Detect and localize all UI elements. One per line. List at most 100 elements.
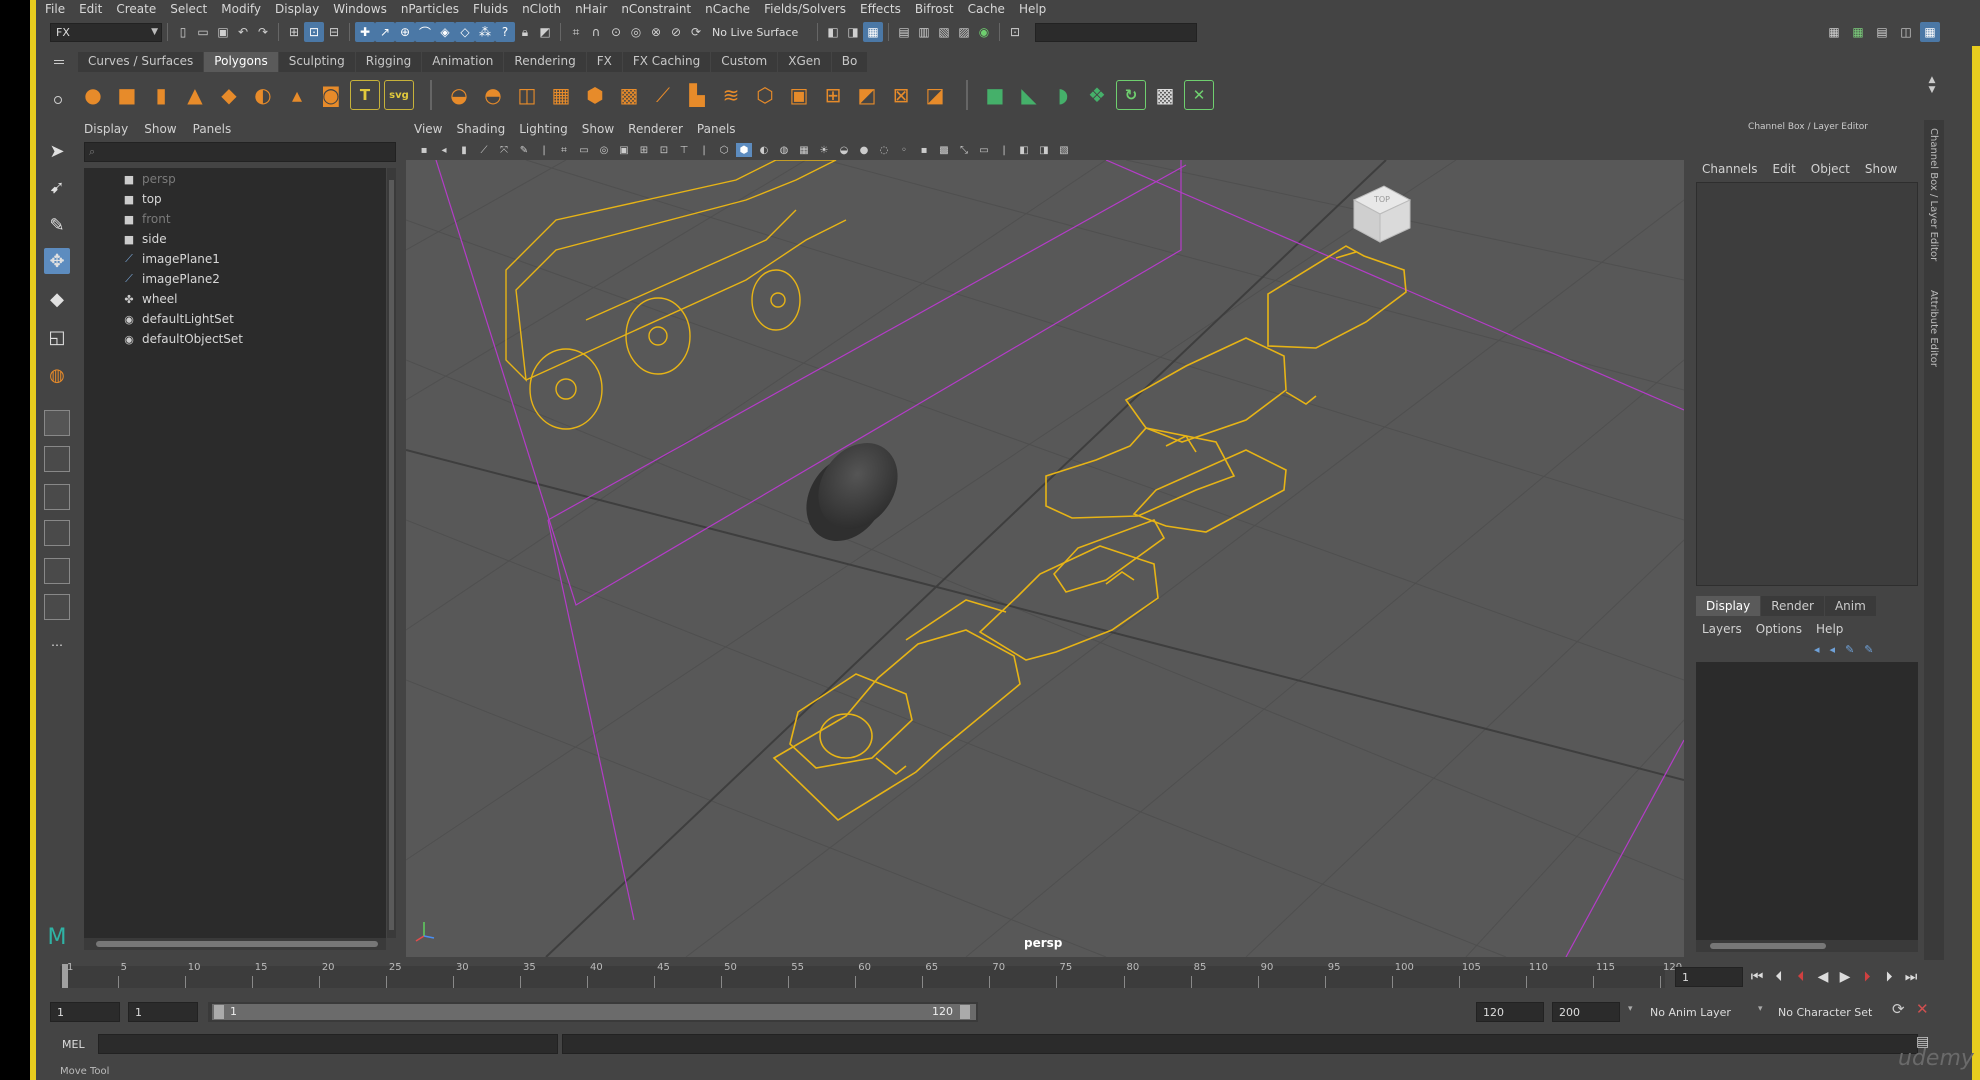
ambient-occlusion-icon[interactable]: ● <box>856 143 872 157</box>
resolution-gate-icon[interactable]: ◎ <box>596 143 612 157</box>
side-tab-channel-box[interactable]: Channel Box / Layer Editor <box>1928 128 1939 261</box>
viewport-menu-panels[interactable]: Panels <box>697 122 736 136</box>
last-tool-used-icon[interactable]: ◍ <box>44 362 70 388</box>
poly-cylinder-icon[interactable]: ▮ <box>146 80 176 110</box>
gamma-icon[interactable]: ◨ <box>1036 143 1052 157</box>
layout-toggle-icon[interactable]: ▦ <box>1920 22 1940 42</box>
snap-view-plane-icon[interactable]: ◎ <box>626 22 646 42</box>
sculpt-tool-icon[interactable]: ◪ <box>920 80 950 110</box>
poly-sphere-icon[interactable]: ● <box>78 80 108 110</box>
animation-end-field[interactable]: 200 <box>1552 1002 1620 1022</box>
lock-selection-icon[interactable]: 🔒︎ <box>515 22 535 42</box>
unfold-uv-icon[interactable]: ↻ <box>1116 80 1146 110</box>
select-camera-icon[interactable]: ▪ <box>416 143 432 157</box>
input-ops-icon[interactable]: ◧ <box>823 22 843 42</box>
rotate-tool-icon[interactable]: ◆ <box>44 286 70 312</box>
spherical-map-icon[interactable]: ◗ <box>1048 80 1078 110</box>
scale-tool-icon[interactable]: ◱ <box>44 324 70 350</box>
channel-box-menu-object[interactable]: Object <box>1811 162 1850 176</box>
anim-layer-arrow-icon[interactable]: ▾ <box>1628 1004 1633 1014</box>
step-back-key-icon[interactable]: ⏴ <box>1793 969 1809 985</box>
poly-plane-icon[interactable]: ◆ <box>214 80 244 110</box>
persp-outliner-layout-icon[interactable] <box>44 484 70 510</box>
poly-cube-icon[interactable]: ■ <box>112 80 142 110</box>
wireframe-icon[interactable]: ⬡ <box>716 143 732 157</box>
outliner-search-input[interactable]: ⌕ <box>84 142 396 162</box>
menu-select[interactable]: Select <box>163 2 214 16</box>
outliner-item-persp[interactable]: ■ persp <box>122 170 176 188</box>
tab-sculpting[interactable]: Sculpting <box>278 52 355 72</box>
quick-select-field[interactable] <box>1035 22 1197 42</box>
target-weld-icon[interactable]: ⬡ <box>750 80 780 110</box>
undo-icon[interactable]: ↶ <box>233 22 253 42</box>
bevel-icon[interactable]: ⟋ <box>648 80 678 110</box>
outliner-item-front[interactable]: ■ front <box>122 210 171 228</box>
make-live-icon[interactable]: ⊗ <box>646 22 666 42</box>
play-forwards-icon[interactable]: ▶ <box>1837 969 1853 985</box>
poly-cone-icon[interactable]: ▲ <box>180 80 210 110</box>
character-set-dropdown[interactable]: No Character Set <box>1772 1002 1892 1022</box>
fill-hole-icon[interactable]: ▙ <box>682 80 712 110</box>
outliner-horizontal-scroll-thumb[interactable] <box>96 941 378 947</box>
menu-edit[interactable]: Edit <box>72 2 109 16</box>
single-perspective-layout-icon[interactable] <box>44 410 70 436</box>
viewport-menu-view[interactable]: View <box>414 122 442 136</box>
film-gate-icon[interactable]: ▭ <box>576 143 592 157</box>
playback-end-field[interactable]: 120 <box>1476 1002 1544 1022</box>
append-polygon-icon[interactable]: ◩ <box>852 80 882 110</box>
separate-icon[interactable]: ◓ <box>478 80 508 110</box>
output-ops-icon[interactable]: ◨ <box>843 22 863 42</box>
menu-fluids[interactable]: Fluids <box>466 2 515 16</box>
anim-layer-dropdown[interactable]: No Anim Layer <box>1644 1002 1756 1022</box>
time-slider[interactable]: 1 5 10 15 20 25 30 35 40 45 50 55 60 65 70 75 80 85 90 95 10… <box>60 962 1682 992</box>
menu-help[interactable]: Help <box>1012 2 1053 16</box>
tab-render-layers[interactable]: Render <box>1761 596 1824 616</box>
multicut-icon[interactable]: ≋ <box>716 80 746 110</box>
move-layer-up-icon[interactable]: ◂ <box>1814 643 1820 656</box>
menu-cache[interactable]: Cache <box>961 2 1012 16</box>
select-object-icon[interactable]: ⊡ <box>304 22 324 42</box>
select-hierarchy-icon[interactable]: ⊞ <box>284 22 304 42</box>
four-view-layout-icon[interactable] <box>44 446 70 472</box>
modeling-toolkit-icon[interactable]: ▦ <box>1824 22 1844 42</box>
highlight-selection-icon[interactable]: ◩ <box>535 22 555 42</box>
tab-fx[interactable]: FX <box>586 52 622 72</box>
create-layer-from-selected-icon[interactable]: ✎ <box>1864 643 1873 656</box>
redo-icon[interactable]: ↷ <box>253 22 273 42</box>
bookmarks-icon[interactable]: ▮ <box>456 143 472 157</box>
mirror-icon[interactable]: ◫ <box>512 80 542 110</box>
outliner-menu-show[interactable]: Show <box>144 122 176 136</box>
outliner-menu-panels[interactable]: Panels <box>193 122 232 136</box>
select-surfaces-icon[interactable]: ◈ <box>435 22 455 42</box>
outliner-menu-display[interactable]: Display <box>84 122 128 136</box>
tab-rendering[interactable]: Rendering <box>504 52 586 72</box>
uv-toolkit-icon[interactable]: ✕ <box>1184 80 1214 110</box>
use-default-material-icon[interactable]: ◐ <box>756 143 772 157</box>
select-rendering-icon[interactable]: ? <box>495 22 515 42</box>
select-tool-icon[interactable]: ➤ <box>44 138 70 164</box>
automatic-map-icon[interactable]: ❖ <box>1082 80 1112 110</box>
create-empty-layer-icon[interactable]: ✎ <box>1845 643 1854 656</box>
layer-scroll-thumb[interactable] <box>1710 943 1826 949</box>
channel-box-toggle-icon[interactable]: ◫ <box>1896 22 1916 42</box>
render-view-icon[interactable]: ▤ <box>894 22 914 42</box>
select-curves-icon[interactable]: ⌒ <box>415 22 435 42</box>
auto-key-icon[interactable]: ⟳ <box>1892 1000 1905 1018</box>
render-settings-icon[interactable]: ▨ <box>954 22 974 42</box>
move-layer-down-icon[interactable]: ◂ <box>1830 643 1836 656</box>
shelf-options[interactable] <box>52 52 66 112</box>
select-handles-icon[interactable]: ↗ <box>375 22 395 42</box>
play-backwards-icon[interactable]: ◀ <box>1815 969 1831 985</box>
lasso-tool-icon[interactable]: ➹ <box>44 174 70 200</box>
outliner-item-defaultobjectset[interactable]: ◉ defaultObjectSet <box>122 330 243 348</box>
wireframe-on-shaded-icon[interactable]: ◍ <box>776 143 792 157</box>
toolbox-options-icon[interactable]: ⋯ <box>44 632 70 658</box>
hypershade-icon[interactable]: ◉ <box>974 22 994 42</box>
paint-select-tool-icon[interactable]: ✎ <box>44 212 70 238</box>
animation-preferences-icon[interactable]: ✕ <box>1916 1000 1929 1018</box>
open-scene-icon[interactable]: ▭ <box>193 22 213 42</box>
menu-nconstraint[interactable]: nConstraint <box>614 2 698 16</box>
range-slider-bar[interactable] <box>212 1004 976 1020</box>
shelf-scroll[interactable]: ▲ ▼ <box>1926 75 1938 115</box>
menuset-dropdown[interactable]: FX ▼ <box>50 22 162 42</box>
